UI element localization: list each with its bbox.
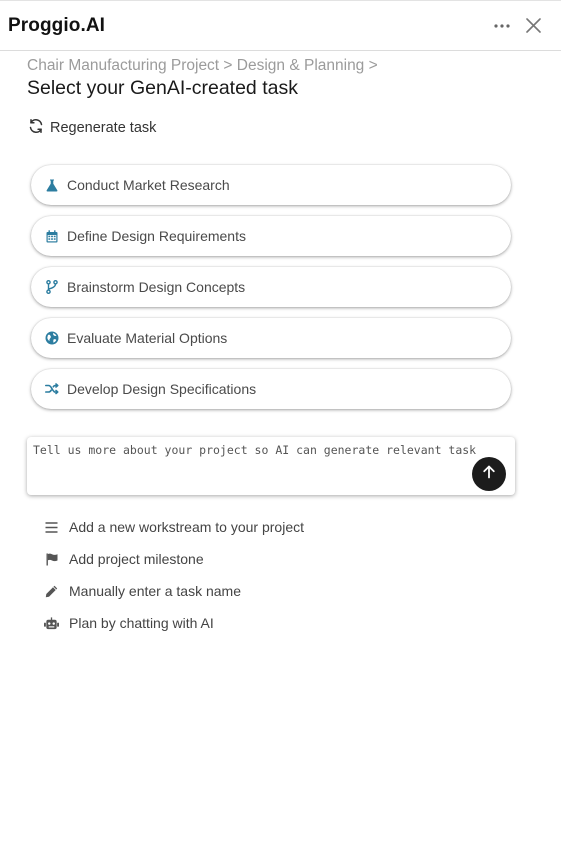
refresh-icon	[28, 118, 44, 138]
task-option-develop-design-specifications[interactable]: Develop Design Specifications	[31, 369, 511, 409]
shuffle-icon	[45, 382, 59, 396]
option-label: Manually enter a task name	[69, 583, 241, 599]
close-icon[interactable]	[526, 18, 541, 33]
arrow-up-icon	[482, 465, 496, 484]
add-milestone-option[interactable]: Add project milestone	[44, 543, 304, 575]
task-label: Develop Design Specifications	[67, 381, 257, 397]
list-icon	[44, 521, 59, 533]
flask-icon	[45, 178, 59, 192]
more-horizontal-icon[interactable]	[494, 23, 510, 28]
branch-icon	[45, 280, 59, 294]
task-option-evaluate-material-options[interactable]: Evaluate Material Options	[31, 318, 511, 358]
globe-icon	[45, 331, 59, 345]
task-option-define-design-requirements[interactable]: Define Design Requirements	[31, 216, 511, 256]
option-label: Plan by chatting with AI	[69, 615, 214, 631]
regenerate-task-label: Regenerate task	[50, 120, 157, 136]
task-label: Define Design Requirements	[67, 228, 246, 244]
chat-with-ai-option[interactable]: Plan by chatting with AI	[44, 607, 304, 639]
manual-task-option[interactable]: Manually enter a task name	[44, 575, 304, 607]
task-label: Brainstorm Design Concepts	[67, 279, 246, 295]
add-workstream-option[interactable]: Add a new workstream to your project	[44, 511, 304, 543]
regenerate-task-button[interactable]: Regenerate task	[28, 118, 156, 138]
panel-header: Proggio.AI	[0, 0, 561, 51]
brand-title: Proggio.AI	[8, 14, 106, 36]
header-actions	[494, 18, 541, 33]
task-suggestion-list: Conduct Market Research Define Design Re…	[31, 165, 511, 420]
project-description-input[interactable]	[27, 437, 515, 495]
flag-icon	[44, 553, 59, 566]
calendar-icon	[45, 229, 59, 243]
send-button[interactable]	[472, 457, 506, 491]
option-label: Add a new workstream to your project	[69, 519, 304, 535]
task-label: Conduct Market Research	[67, 177, 230, 193]
option-label: Add project milestone	[69, 551, 204, 567]
pencil-icon	[44, 585, 59, 598]
project-prompt-box	[27, 437, 515, 495]
task-option-conduct-market-research[interactable]: Conduct Market Research	[31, 165, 511, 205]
page-title: Select your GenAI-created task	[27, 77, 298, 99]
additional-options-list: Add a new workstream to your project Add…	[44, 511, 304, 639]
task-option-brainstorm-design-concepts[interactable]: Brainstorm Design Concepts	[31, 267, 511, 307]
task-label: Evaluate Material Options	[67, 330, 228, 346]
robot-icon	[44, 616, 59, 630]
breadcrumb: Chair Manufacturing Project > Design & P…	[27, 57, 378, 74]
